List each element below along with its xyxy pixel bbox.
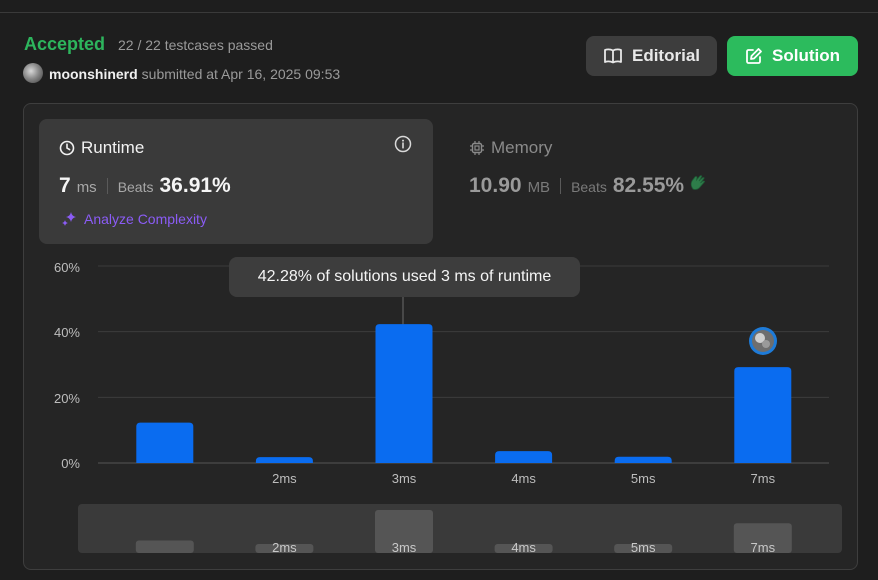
runtime-value: 7 bbox=[59, 174, 71, 197]
book-icon bbox=[604, 48, 622, 64]
runtime-beats-label: Beats bbox=[117, 179, 154, 195]
top-divider bbox=[0, 12, 878, 13]
submission-status: Accepted bbox=[24, 34, 106, 54]
submitted-time: submitted at Apr 16, 2025 09:53 bbox=[141, 66, 341, 82]
runtime-unit: ms bbox=[76, 179, 97, 196]
editorial-label: Editorial bbox=[631, 46, 700, 65]
edit-icon bbox=[746, 48, 762, 64]
bar-tooltip: 42.28% of solutions used 3 ms of runtime bbox=[229, 257, 580, 297]
memory-value: 10.90 bbox=[469, 174, 522, 197]
memory-beats-value: 82.55% bbox=[612, 174, 685, 197]
memory-beats-label: Beats bbox=[571, 179, 607, 195]
clock-icon bbox=[59, 140, 75, 156]
runtime-title: Runtime bbox=[59, 138, 144, 158]
y-tick-label: 0% bbox=[61, 456, 80, 471]
memory-title[interactable]: Memory bbox=[469, 138, 552, 158]
runtime-separator bbox=[106, 178, 108, 194]
analyze-complexity-link[interactable]: Analyze Complexity bbox=[60, 210, 207, 228]
solution-label: Solution bbox=[772, 46, 840, 65]
memory-title-label: Memory bbox=[491, 138, 553, 157]
editorial-button[interactable]: Editorial bbox=[586, 36, 717, 76]
memory-separator bbox=[560, 178, 562, 194]
memory-stats: 10.90 MB Beats 82.55% bbox=[469, 174, 708, 198]
clap-icon bbox=[690, 175, 706, 190]
analyze-complexity-label: Analyze Complexity bbox=[84, 211, 207, 227]
testcases-passed: 22 / 22 testcases passed bbox=[118, 37, 273, 53]
runtime-beats-value: 36.91% bbox=[159, 174, 231, 197]
info-icon[interactable] bbox=[394, 135, 412, 153]
sparkle-icon bbox=[62, 212, 76, 226]
runtime-title-label: Runtime bbox=[81, 138, 145, 157]
username-link[interactable]: moonshinerd bbox=[49, 66, 138, 82]
y-tick-label: 40% bbox=[53, 325, 80, 340]
runtime-stats: 7 ms Beats 36.91% bbox=[59, 174, 231, 198]
solution-button[interactable]: Solution bbox=[727, 36, 858, 76]
user-avatar[interactable] bbox=[23, 63, 43, 83]
y-tick-label: 60% bbox=[53, 260, 80, 275]
memory-unit: MB bbox=[527, 179, 551, 196]
y-tick-label: 20% bbox=[53, 391, 80, 406]
chip-icon bbox=[470, 141, 484, 155]
submission-info: moonshinerd submitted at Apr 16, 2025 09:… bbox=[49, 66, 340, 82]
